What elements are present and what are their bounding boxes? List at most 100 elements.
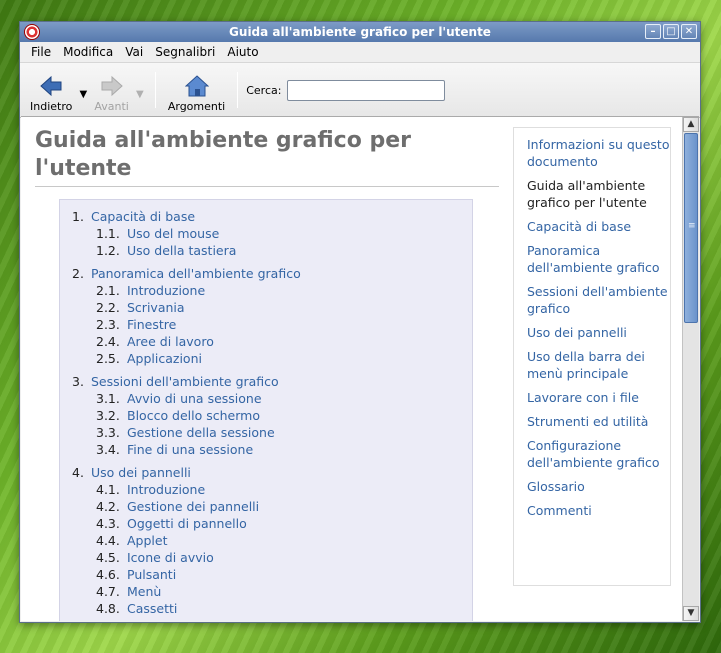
toc-subsection: 2.4. Aree di lavoro xyxy=(96,333,472,350)
toc-subsection: 4.6. Pulsanti xyxy=(96,566,472,583)
toc-chapter: 2. Panoramica dell'ambiente grafico xyxy=(72,265,472,282)
toc-subsection-link[interactable]: Aree di lavoro xyxy=(127,334,214,349)
navigation-sidebar: Informazioni su questo documento Guida al… xyxy=(513,127,671,586)
toc-subsection-link[interactable]: Gestione dei pannelli xyxy=(127,499,259,514)
sidebar-link[interactable]: Configurazione dell'ambiente grafico xyxy=(527,437,670,471)
titlebar[interactable]: Guida all'ambiente grafico per l'utente … xyxy=(20,22,700,42)
toc-subsection-link[interactable]: Applicazioni xyxy=(127,351,202,366)
toc-section: 1. Capacità di base 1.1. Uso del mouse 1.2. U… xyxy=(72,208,472,259)
back-label: Indietro xyxy=(30,100,73,113)
close-button[interactable]: ✕ xyxy=(681,24,697,39)
toc-subsection-number: 2.3. xyxy=(96,317,120,332)
toc-subsection: 2.2. Scrivania xyxy=(96,299,472,316)
toc-chapter: 4. Uso dei pannelli xyxy=(72,464,472,481)
help-lifebuoy-icon[interactable] xyxy=(24,24,40,40)
toc-chapter-link[interactable]: Uso dei pannelli xyxy=(91,465,191,480)
scroll-down-button[interactable]: ▼ xyxy=(683,606,699,621)
sidebar-link[interactable]: Uso dei pannelli xyxy=(527,324,670,341)
back-button[interactable]: Indietro xyxy=(26,67,76,113)
sidebar-link[interactable]: Informazioni su questo documento xyxy=(527,136,670,170)
toc-chapter: 3. Sessioni dell'ambiente grafico xyxy=(72,373,472,390)
back-arrow-icon xyxy=(40,75,62,97)
toolbar-separator xyxy=(237,72,239,108)
toc-chapter-number: 3. xyxy=(72,374,84,389)
toc-subsection-link[interactable]: Cassetti xyxy=(127,601,177,616)
minimize-button[interactable]: – xyxy=(645,24,661,39)
sidebar-link[interactable]: Panoramica dell'ambiente grafico xyxy=(527,242,670,276)
toc-subsection-number: 2.4. xyxy=(96,334,120,349)
toc-subsection-link[interactable]: Pulsanti xyxy=(127,567,176,582)
sidebar-link[interactable]: Strumenti ed utilità xyxy=(527,413,670,430)
toc-subsection-number: 4.1. xyxy=(96,482,120,497)
toolbar: Indietro ▼ Avanti ▼ Argomenti Cerca: xyxy=(20,63,700,118)
sidebar-link[interactable]: Sessioni dell'ambiente grafico xyxy=(527,283,670,317)
sidebar-link[interactable]: Uso della barra dei menù principale xyxy=(527,348,670,382)
menu-aiuto[interactable]: Aiuto xyxy=(221,45,264,59)
toc-subsection-number: 2.5. xyxy=(96,351,120,366)
window-controls: – □ ✕ xyxy=(645,24,697,39)
toc-subsection-link[interactable]: Applet xyxy=(127,533,168,548)
vertical-scrollbar[interactable]: ▲ ≡ ▼ xyxy=(682,117,699,621)
toc-subsection-link[interactable]: Uso della tastiera xyxy=(127,243,236,258)
toc-chapter-link[interactable]: Capacità di base xyxy=(91,209,195,224)
menu-modifica[interactable]: Modifica xyxy=(57,45,119,59)
toc-subsection: 4.5. Icone di avvio xyxy=(96,549,472,566)
toc-subsection-number: 1.2. xyxy=(96,243,120,258)
maximize-button[interactable]: □ xyxy=(663,24,679,39)
toc-subsection: 3.3. Gestione della sessione xyxy=(96,424,472,441)
toc-subsection-link[interactable]: Introduzione xyxy=(127,283,205,298)
toc-subsection-link[interactable]: Blocco dello schermo xyxy=(127,408,260,423)
sidebar-link[interactable]: Commenti xyxy=(527,502,670,519)
document-view[interactable]: Guida all'ambiente grafico per l'utente … xyxy=(21,117,682,621)
search-input[interactable] xyxy=(287,79,446,101)
toc-subsection-link[interactable]: Scrivania xyxy=(127,300,185,315)
toc-chapter: 1. Capacità di base xyxy=(72,208,472,225)
toc-subsection-number: 4.4. xyxy=(96,533,120,548)
toc-subsection: 4.7. Menù xyxy=(96,583,472,600)
sidebar-link[interactable]: Capacità di base xyxy=(527,218,670,235)
toc-subsection: 4.3. Oggetti di pannello xyxy=(96,515,472,532)
toc-subsection-number: 1.1. xyxy=(96,226,120,241)
toc-subsection-number: 4.6. xyxy=(96,567,120,582)
sidebar-current-page: Guida all'ambiente grafico per l'utente xyxy=(527,178,647,210)
sidebar-link[interactable]: Lavorare con i file xyxy=(527,389,670,406)
toc-subsection-number: 3.1. xyxy=(96,391,120,406)
toc-subsection-link[interactable]: Uso del mouse xyxy=(127,226,219,241)
toc-section: 3. Sessioni dell'ambiente grafico 3.1. Avvi… xyxy=(72,373,472,458)
page-title: Guida all'ambiente grafico per l'utente xyxy=(35,127,499,187)
sidebar-link[interactable]: Glossario xyxy=(527,478,670,495)
toc-chapter-link[interactable]: Sessioni dell'ambiente grafico xyxy=(91,374,279,389)
menu-vai[interactable]: Vai xyxy=(119,45,149,59)
back-history-dropdown[interactable]: ▼ xyxy=(76,89,90,100)
toc-subsection-link[interactable]: Icone di avvio xyxy=(127,550,214,565)
contents-button[interactable]: Argomenti xyxy=(164,67,229,113)
menu-segnalibri[interactable]: Segnalibri xyxy=(149,45,221,59)
toc-subsection-number: 2.2. xyxy=(96,300,120,315)
toc-subsection-link[interactable]: Introduzione xyxy=(127,482,205,497)
forward-label: Avanti xyxy=(94,100,129,113)
scroll-up-button[interactable]: ▲ xyxy=(683,117,699,132)
toc-subsection-number: 3.2. xyxy=(96,408,120,423)
search-label: Cerca: xyxy=(246,83,282,97)
toc-subsection-link[interactable]: Fine di una sessione xyxy=(127,442,253,457)
table-of-contents: 1. Capacità di base 1.1. Uso del mouse 1.2. U… xyxy=(59,199,473,621)
toc-section: 4. Uso dei pannelli 4.1. Introduzione 4.2. Ge… xyxy=(72,464,472,617)
toc-chapter-link[interactable]: Panoramica dell'ambiente grafico xyxy=(91,266,301,281)
toc-section: 2. Panoramica dell'ambiente grafico 2.1. In… xyxy=(72,265,472,367)
toc-subsection-number: 4.7. xyxy=(96,584,120,599)
toc-subsection-number: 4.5. xyxy=(96,550,120,565)
toc-subsection-link[interactable]: Avvio di una sessione xyxy=(127,391,262,406)
menubar: File Modifica Vai Segnalibri Aiuto xyxy=(20,42,700,63)
grip-icon: ≡ xyxy=(688,221,696,231)
toolbar-separator xyxy=(154,72,156,108)
contents-label: Argomenti xyxy=(167,100,226,113)
menu-file[interactable]: File xyxy=(25,45,57,59)
forward-button[interactable]: Avanti xyxy=(90,67,132,113)
toc-subsection: 2.3. Finestre xyxy=(96,316,472,333)
forward-history-dropdown[interactable]: ▼ xyxy=(133,89,147,100)
toc-subsection-link[interactable]: Gestione della sessione xyxy=(127,425,275,440)
toc-subsection-link[interactable]: Oggetti di pannello xyxy=(127,516,247,531)
toc-subsection-link[interactable]: Menù xyxy=(127,584,161,599)
toc-subsection-link[interactable]: Finestre xyxy=(127,317,176,332)
scroll-thumb[interactable]: ≡ xyxy=(684,133,698,323)
